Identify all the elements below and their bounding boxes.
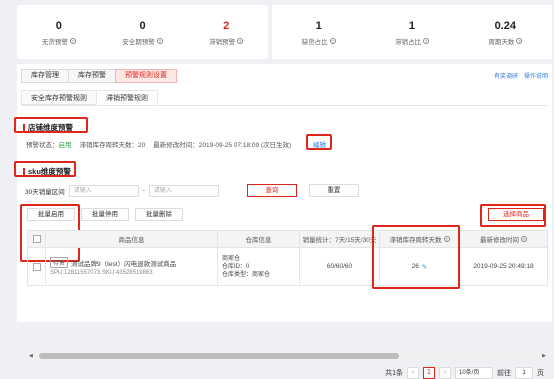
modified-time: 最新修改时间：2019-09-25 07:18:09 (次日生效): [153, 142, 292, 149]
stat-safety: 0 安全期预警?: [101, 5, 185, 59]
scroll-thumb[interactable]: [39, 353, 399, 359]
help-icon[interactable]: ?: [422, 37, 429, 44]
status-label: 预警状态：: [26, 142, 59, 149]
stat-slow-sale: 2 滞销预警?: [184, 5, 268, 59]
modified-value: 2019-09-25 20:49:18: [473, 263, 534, 270]
page-suffix: 页: [537, 370, 544, 377]
tab-inventory-alerts[interactable]: 库存预警: [68, 69, 116, 83]
range-label: 30天销量区间: [25, 188, 65, 196]
stats-group-ratios: 1 缺货占比? 1 滞销占比? 0.24 周期天数?: [272, 5, 552, 59]
highlight-box: [306, 134, 332, 150]
product-info: 待售 测试品牌9（test）闪电退款测试商品 SPU:12811557073 S…: [46, 248, 218, 285]
status-value: 启用: [58, 142, 72, 149]
scroll-left-icon[interactable]: ◀: [29, 352, 33, 360]
highlight-box: [14, 117, 88, 133]
table-row: 待售 测试品牌9（test）闪电退款测试商品 SPU:12811557073 S…: [28, 247, 547, 285]
pagination: 共1条 ‹ 1 › 10条/页 前往 1 页: [385, 367, 544, 379]
main-panel: 库存管理 库存预警 预警规则设置 有奖调研 操作说明 安全库存预警规则 滞销预警…: [14, 64, 552, 379]
highlight-box: [480, 204, 546, 227]
next-page-button[interactable]: ›: [439, 367, 451, 379]
stats-group-alerts: 0 无货预警? 0 安全期预警? 2 滞销预警?: [17, 5, 268, 59]
status-tag: 待售: [50, 257, 69, 268]
main-tabs: 库存管理 库存预警 预警规则设置: [21, 69, 177, 83]
reset-button[interactable]: 重置: [308, 184, 359, 197]
help-icon[interactable]: ?: [521, 236, 527, 242]
page-1-button[interactable]: 1: [423, 367, 435, 379]
stat-out-ratio: 1 缺货占比?: [272, 5, 365, 59]
search-button[interactable]: 查询: [246, 184, 297, 197]
stat-value: 0: [55, 19, 62, 32]
stat-label: 滞销预警: [209, 38, 236, 46]
col-sales: 销量统计：7天/15天/30天: [300, 231, 380, 247]
sales-stats: 60/60/60: [300, 248, 380, 285]
horizontal-scrollbar[interactable]: ◀ ▶: [27, 352, 548, 360]
scroll-right-icon[interactable]: ▶: [542, 352, 546, 360]
stat-value: 1: [408, 19, 416, 32]
stat-label: 安全期预警: [122, 38, 155, 46]
tab-inventory[interactable]: 库存管理: [21, 69, 69, 83]
tab-slow-sale-rules[interactable]: 滞销预警规则: [96, 90, 158, 105]
tab-safety-rules[interactable]: 安全库存预警规则: [21, 90, 97, 105]
stat-label: 周期天数: [488, 38, 515, 46]
product-name[interactable]: 测试品牌9（test）闪电退款测试商品: [71, 258, 176, 268]
sku-table: 商品信息 仓库信息 销量统计：7天/15天/30天 滞销库存周转天数? 最新修改…: [27, 230, 548, 286]
survey-link[interactable]: 有奖调研: [494, 71, 518, 80]
batch-delete-button[interactable]: 批量删除: [135, 208, 183, 221]
stat-label: 缺货占比: [301, 38, 328, 46]
col-warehouse: 仓库信息: [218, 231, 300, 247]
stat-value: 0: [139, 19, 146, 32]
select-all-checkbox[interactable]: [32, 235, 41, 243]
page-size-select[interactable]: 10条/页: [455, 367, 493, 379]
stat-cycle-days: 0.24 周期天数?: [459, 5, 552, 59]
help-icon[interactable]: ?: [516, 37, 523, 44]
stat-value: 0.24: [494, 19, 517, 32]
help-icon[interactable]: ?: [237, 37, 244, 44]
sub-tabs: 安全库存预警规则 滞销预警规则: [21, 90, 548, 106]
warehouse-info: 商家仓 仓库ID：0 仓库类型：商家仓: [218, 248, 300, 285]
tab-alert-rules[interactable]: 预警规则设置: [115, 69, 177, 83]
instructions-link[interactable]: 操作说明: [524, 71, 548, 80]
highlight-box: [14, 161, 76, 177]
goto-label: 前往: [497, 370, 511, 377]
batch-disable-button[interactable]: 批量停用: [81, 208, 129, 221]
help-links: 有奖调研 操作说明: [494, 71, 548, 80]
stat-no-stock: 0 无货预警?: [17, 5, 101, 59]
product-sku: SPU:12811557073 SKU:43528519863: [50, 270, 153, 276]
store-alert-info: 预警状态：启用 滞销库存周转天数：20 最新修改时间：2019-09-25 07…: [26, 139, 291, 149]
help-icon[interactable]: ?: [156, 37, 163, 44]
stat-slow-ratio: 1 滞销占比?: [365, 5, 458, 59]
highlight-box: [372, 225, 460, 289]
stat-value: 1: [315, 19, 322, 32]
stat-label: 滞销占比: [394, 38, 421, 46]
help-icon[interactable]: ?: [329, 37, 336, 44]
turnover-days: 滞销库存周转天数：20: [79, 142, 146, 149]
col-modified: 最新修改时间: [480, 237, 519, 244]
sku-filter: 30天销量区间 请输入 - 请输入 查询 重置: [25, 184, 359, 197]
page-input[interactable]: 1: [515, 367, 533, 379]
range-max-input[interactable]: 请输入: [148, 184, 219, 197]
table-header: 商品信息 仓库信息 销量统计：7天/15天/30天 滞销库存周转天数? 最新修改…: [28, 231, 547, 247]
stat-label: 无货预警: [41, 38, 68, 46]
row-checkbox[interactable]: [32, 262, 41, 271]
col-product: 商品信息: [46, 231, 218, 247]
stat-value: 2: [223, 19, 230, 32]
total-count: 共1条: [385, 370, 403, 377]
stats-bar: 0 无货预警? 0 安全期预警? 2 滞销预警? 1 缺货占比? 1 滞销占比?…: [17, 5, 552, 59]
range-min-input[interactable]: 请输入: [68, 184, 139, 197]
help-icon[interactable]: ?: [69, 37, 76, 44]
prev-page-button[interactable]: ‹: [407, 367, 419, 379]
